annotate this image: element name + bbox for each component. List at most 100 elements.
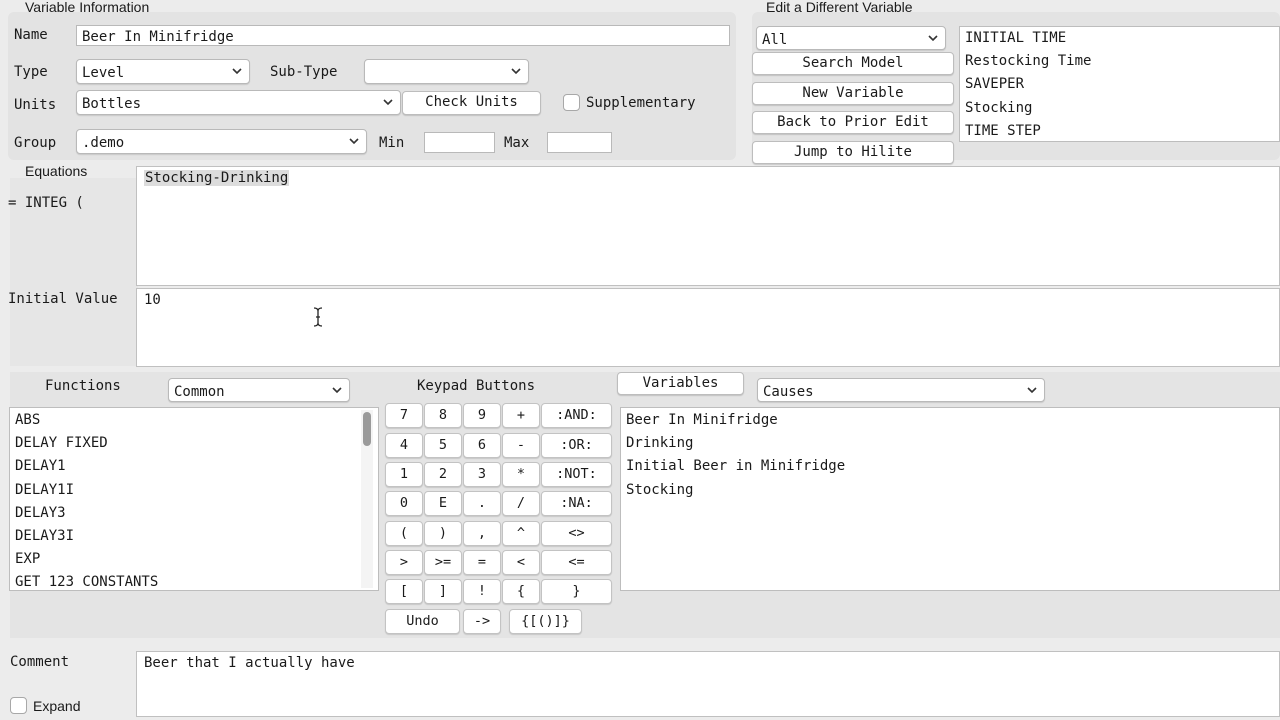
name-field[interactable]: Beer In Minifridge	[76, 25, 730, 46]
keypad-arrow-button[interactable]: ->	[463, 609, 501, 634]
keypad-close-bracket-button[interactable]: ]	[424, 579, 462, 604]
causes-select[interactable]: Causes	[757, 378, 1045, 402]
keypad-bang-button[interactable]: !	[463, 579, 501, 604]
keypad-or-button[interactable]: :OR:	[541, 433, 612, 458]
list-item[interactable]: EXP	[10, 548, 378, 571]
keypad-five-button[interactable]: 5	[424, 433, 462, 458]
list-item[interactable]: DELAY3I	[10, 525, 378, 548]
expand-checkbox[interactable]	[10, 697, 27, 714]
function-category-select[interactable]: Common	[168, 378, 350, 402]
list-item[interactable]: Stocking	[960, 97, 1279, 120]
chevron-down-icon	[349, 138, 359, 145]
function-list-scrollbar[interactable]	[361, 410, 373, 588]
keypad-not-button[interactable]: :NOT:	[541, 462, 612, 487]
chevron-down-icon	[928, 35, 938, 42]
jump-to-hilite-button[interactable]: Jump to Hilite	[752, 141, 954, 164]
function-list[interactable]: ABS DELAY FIXED DELAY1 DELAY1I DELAY3 DE…	[9, 407, 379, 591]
list-item[interactable]: DELAY1	[10, 455, 378, 478]
list-item[interactable]: Stocking	[621, 479, 1279, 502]
type-label: Type	[14, 64, 48, 80]
units-select[interactable]: Bottles	[76, 90, 401, 115]
keypad-seven-button[interactable]: 7	[385, 403, 423, 428]
list-item[interactable]: Beer In Minifridge	[621, 409, 1279, 432]
keypad-comma-button[interactable]: ,	[463, 521, 501, 546]
initial-value-editor[interactable]: 10	[136, 288, 1280, 367]
keypad-close-brace-button[interactable]: }	[541, 579, 612, 604]
edit-different-variable-title: Edit a Different Variable	[766, 0, 913, 15]
list-item[interactable]: ABS	[10, 409, 378, 432]
keypad-four-button[interactable]: 4	[385, 433, 423, 458]
group-select[interactable]: .demo	[76, 129, 367, 154]
comment-label: Comment	[10, 654, 70, 670]
keypad-divide-button[interactable]: /	[502, 491, 540, 516]
keypad-open-bracket-button[interactable]: [	[385, 579, 423, 604]
variable-list[interactable]: INITIAL TIME Restocking Time SAVEPER Sto…	[959, 26, 1280, 142]
min-field[interactable]	[424, 132, 495, 153]
keypad-greater-equal-button[interactable]: >=	[424, 550, 462, 575]
keypad-brackets-button[interactable]: {[()]}	[509, 609, 582, 634]
keypad-close-paren-button[interactable]: )	[424, 521, 462, 546]
list-item[interactable]: DELAY3	[10, 502, 378, 525]
list-item[interactable]: TIME STEP	[960, 120, 1279, 141]
list-item[interactable]: Restocking Time	[960, 50, 1279, 73]
group-label: Group	[14, 135, 57, 151]
variables-button[interactable]: Variables	[617, 372, 744, 395]
subtype-label: Sub-Type	[270, 64, 338, 80]
keypad-six-button[interactable]: 6	[463, 433, 501, 458]
keypad-less-equal-button[interactable]: <=	[541, 550, 612, 575]
keypad-open-paren-button[interactable]: (	[385, 521, 423, 546]
keypad-three-button[interactable]: 3	[463, 462, 501, 487]
list-item[interactable]: GET 123 CONSTANTS	[10, 571, 378, 590]
variable-filter-select[interactable]: All	[756, 26, 946, 50]
max-field[interactable]	[547, 132, 612, 153]
keypad-open-brace-button[interactable]: {	[502, 579, 540, 604]
chevron-down-icon	[1027, 387, 1037, 394]
keypad-na-button[interactable]: :NA:	[541, 491, 612, 516]
keypad-eight-button[interactable]: 8	[424, 403, 462, 428]
comment-editor[interactable]: Beer that I actually have	[136, 651, 1280, 717]
chevron-down-icon	[511, 68, 521, 75]
keypad-plus-button[interactable]: +	[502, 403, 540, 428]
chevron-down-icon	[383, 99, 393, 106]
keypad-less-button[interactable]: <	[502, 550, 540, 575]
list-item[interactable]: DELAY FIXED	[10, 432, 378, 455]
list-item[interactable]: Drinking	[621, 432, 1279, 455]
list-item[interactable]: SAVEPER	[960, 73, 1279, 96]
function-category-value: Common	[174, 384, 225, 400]
keypad-minus-button[interactable]: -	[502, 433, 540, 458]
keypad-power-button[interactable]: ^	[502, 521, 540, 546]
supplementary-checkbox[interactable]	[563, 94, 580, 111]
new-variable-button[interactable]: New Variable	[752, 82, 954, 105]
list-item[interactable]: INITIAL TIME	[960, 27, 1279, 50]
keypad-nine-button[interactable]: 9	[463, 403, 501, 428]
back-to-prior-edit-button[interactable]: Back to Prior Edit	[752, 111, 954, 134]
subtype-select[interactable]	[364, 59, 529, 84]
keypad-decimal-button[interactable]: .	[463, 491, 501, 516]
expand-label: Expand	[33, 698, 81, 714]
scrollbar-thumb[interactable]	[363, 412, 371, 446]
units-label: Units	[14, 97, 57, 113]
search-model-button[interactable]: Search Model	[752, 52, 954, 75]
equations-title: Equations	[25, 163, 88, 179]
check-units-button[interactable]: Check Units	[402, 91, 541, 115]
keypad-not-equal-button[interactable]: <>	[541, 521, 612, 546]
causes-list[interactable]: Beer In Minifridge Drinking Initial Beer…	[620, 407, 1280, 591]
equation-text: Stocking-Drinking	[144, 170, 290, 186]
list-item[interactable]: DELAY1I	[10, 479, 378, 502]
keypad-two-button[interactable]: 2	[424, 462, 462, 487]
keypad-exponent-button[interactable]: E	[424, 491, 462, 516]
list-item[interactable]: Initial Beer in Minifridge	[621, 455, 1279, 478]
causes-select-value: Causes	[763, 384, 814, 400]
keypad-one-button[interactable]: 1	[385, 462, 423, 487]
keypad-equals-button[interactable]: =	[463, 550, 501, 575]
supplementary-label: Supplementary	[586, 95, 696, 111]
keypad-and-button[interactable]: :AND:	[541, 403, 612, 428]
type-select[interactable]: Level	[76, 59, 250, 84]
keypad-undo-button[interactable]: Undo	[385, 609, 460, 634]
keypad-greater-button[interactable]: >	[385, 550, 423, 575]
keypad-multiply-button[interactable]: *	[502, 462, 540, 487]
initial-value-text: 10	[144, 292, 161, 308]
equation-editor[interactable]: Stocking-Drinking	[136, 166, 1280, 286]
max-label: Max	[504, 135, 530, 151]
keypad-zero-button[interactable]: 0	[385, 491, 423, 516]
